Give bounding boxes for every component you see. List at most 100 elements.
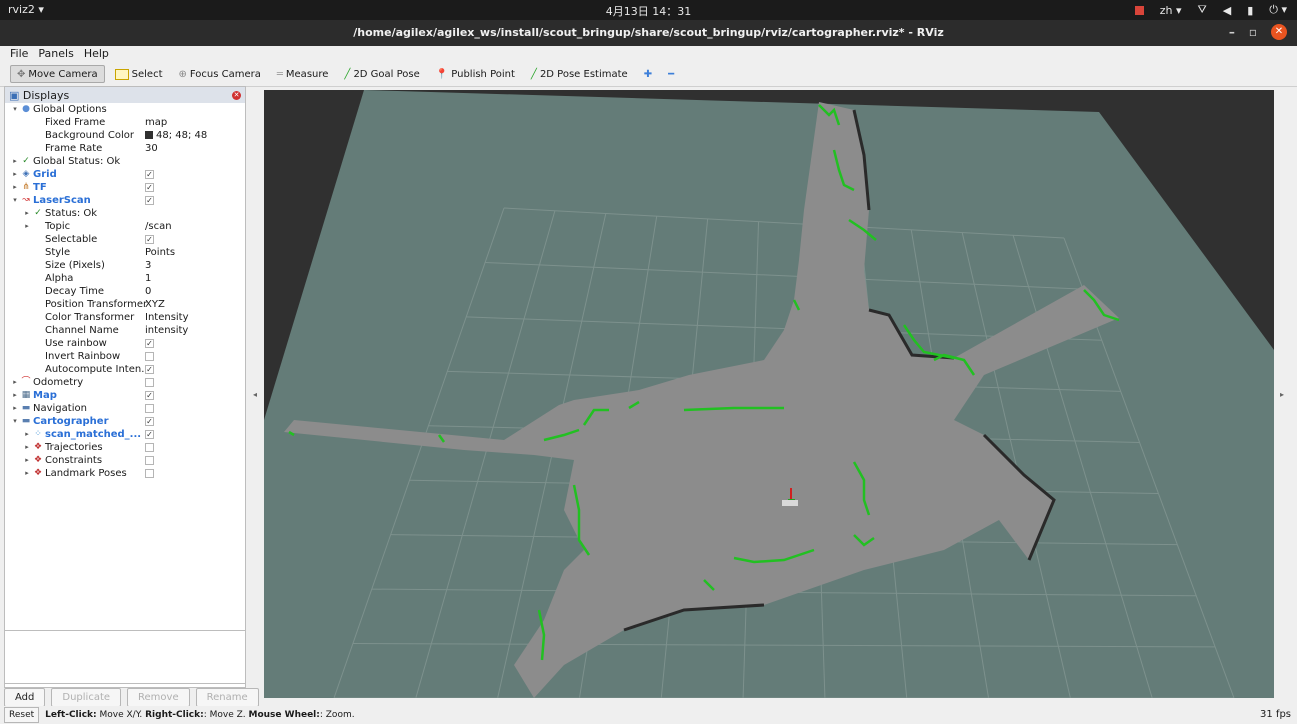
display-tree-row[interactable]: ▾ ▬ Cartographer ✓ <box>5 415 245 428</box>
property-value[interactable]: 30 <box>145 142 158 155</box>
property-value[interactable]: 1 <box>145 272 151 285</box>
display-tree-row[interactable]: Autocompute Inten... ✓ <box>5 363 245 376</box>
duplicate-button[interactable]: Duplicate <box>51 688 122 707</box>
measure-tool[interactable]: ═ Measure <box>271 65 335 83</box>
display-tree-row[interactable]: Use rainbow ✓ <box>5 337 245 350</box>
menu-help[interactable]: Help <box>84 47 109 63</box>
expand-arrow-icon[interactable]: ▸ <box>23 220 31 233</box>
property-value[interactable]: Intensity <box>145 311 189 324</box>
display-tree-row[interactable]: Alpha 1 <box>5 272 245 285</box>
display-tree-row[interactable]: ▸ ✓ Global Status: Ok <box>5 155 245 168</box>
enable-checkbox[interactable] <box>145 352 154 361</box>
reset-view-button[interactable]: Reset <box>4 707 40 723</box>
display-tree-row[interactable]: Invert Rainbow <box>5 350 245 363</box>
close-button[interactable]: ✕ <box>1271 24 1287 40</box>
collapse-arrow-icon[interactable]: ▾ <box>11 103 19 116</box>
display-tree-row[interactable]: ▸ Topic/scan <box>5 220 245 233</box>
display-tree-row[interactable]: ▸ ◈ Grid ✓ <box>5 168 245 181</box>
property-value[interactable]: XYZ <box>145 298 165 311</box>
close-panel-icon[interactable]: ✕ <box>232 90 241 100</box>
property-value[interactable]: Points <box>145 246 175 259</box>
display-tree-row[interactable]: ▸ ▬ Navigation <box>5 402 245 415</box>
display-tree-row[interactable]: Fixed Frame map <box>5 116 245 129</box>
rename-button[interactable]: Rename <box>195 688 259 707</box>
clock[interactable]: 4月13日 14：31 <box>0 3 1297 19</box>
enable-checkbox[interactable]: ✓ <box>145 339 154 348</box>
maximize-button[interactable]: ▫ <box>1249 25 1257 39</box>
expand-arrow-icon[interactable]: ▸ <box>11 376 19 389</box>
property-value[interactable]: /scan <box>145 220 172 233</box>
enable-checkbox[interactable]: ✓ <box>145 170 154 179</box>
display-tree-row[interactable]: Background Color 48; 48; 48 <box>5 129 245 142</box>
expand-arrow-icon[interactable]: ▸ <box>23 441 31 454</box>
display-tree-row[interactable]: ▸ ⋔ TF ✓ <box>5 181 245 194</box>
property-value[interactable]: 48; 48; 48 <box>145 129 207 142</box>
focus-camera-tool[interactable]: ⊕ Focus Camera <box>173 65 267 83</box>
display-tree-row[interactable]: ▸ ❖ Landmark Poses <box>5 467 245 480</box>
display-tree-row[interactable]: Channel Name intensity <box>5 324 245 337</box>
publish-point-tool[interactable]: 📍 Publish Point <box>430 65 521 83</box>
left-splitter-handle[interactable]: ◂ <box>253 390 257 399</box>
display-tree-row[interactable]: ▾ ↝ LaserScan ✓ <box>5 194 245 207</box>
enable-checkbox[interactable]: ✓ <box>145 430 154 439</box>
enable-checkbox[interactable]: ✓ <box>145 391 154 400</box>
display-tree-row[interactable]: Color Transformer Intensity <box>5 311 245 324</box>
expand-arrow-icon[interactable]: ▸ <box>11 402 19 415</box>
volume-icon[interactable]: ◀ <box>1223 4 1231 17</box>
collapse-arrow-icon[interactable]: ▾ <box>11 415 19 428</box>
menu-file[interactable]: File <box>10 47 28 63</box>
property-value[interactable]: 3 <box>145 259 151 272</box>
network-icon[interactable]: ⛛ <box>1197 3 1206 17</box>
display-tree-row[interactable]: Size (Pixels) 3 <box>5 259 245 272</box>
render-view[interactable] <box>264 90 1274 698</box>
battery-icon[interactable]: ▮ <box>1247 4 1253 17</box>
expand-arrow-icon[interactable]: ▸ <box>11 389 19 402</box>
expand-arrow-icon[interactable]: ▸ <box>23 428 31 441</box>
display-tree-row[interactable]: Decay Time 0 <box>5 285 245 298</box>
display-tree-row[interactable]: Selectable ✓ <box>5 233 245 246</box>
enable-checkbox[interactable]: ✓ <box>145 365 154 374</box>
enable-checkbox[interactable] <box>145 443 154 452</box>
remove-button[interactable]: Remove <box>127 688 190 707</box>
display-tree-row[interactable]: ▾ ● Global Options <box>5 103 245 116</box>
display-tree-row[interactable]: ▸ ❖ Constraints <box>5 454 245 467</box>
enable-checkbox[interactable] <box>145 378 154 387</box>
expand-arrow-icon[interactable]: ▸ <box>23 467 31 480</box>
select-tool[interactable]: Select <box>109 65 169 83</box>
right-splitter-handle[interactable]: ▸ <box>1280 390 1284 399</box>
expand-arrow-icon[interactable]: ▸ <box>23 454 31 467</box>
menu-panels[interactable]: Panels <box>38 47 73 63</box>
property-value[interactable]: map <box>145 116 167 129</box>
property-value[interactable]: 0 <box>145 285 151 298</box>
goal-pose-tool[interactable]: ╱ 2D Goal Pose <box>338 65 425 83</box>
enable-checkbox[interactable] <box>145 469 154 478</box>
property-value[interactable]: intensity <box>145 324 188 337</box>
enable-checkbox[interactable] <box>145 404 154 413</box>
display-tree-row[interactable]: Frame Rate 30 <box>5 142 245 155</box>
enable-checkbox[interactable]: ✓ <box>145 417 154 426</box>
display-tree-row[interactable]: ▸ ✓ Status: Ok <box>5 207 245 220</box>
minimize-button[interactable]: – <box>1229 25 1235 39</box>
record-icon[interactable] <box>1134 5 1144 15</box>
remove-tool-button[interactable]: ━ <box>662 65 680 83</box>
move-camera-tool[interactable]: ✥ Move Camera <box>10 65 105 83</box>
add-tool-button[interactable]: ✚ <box>638 65 658 83</box>
display-tree-row[interactable]: ▸ ❖ Trajectories <box>5 441 245 454</box>
language-indicator[interactable]: zh ▾ <box>1160 4 1182 17</box>
display-tree-row[interactable]: ▸ ⌒ Odometry <box>5 376 245 389</box>
expand-arrow-icon[interactable]: ▸ <box>11 181 19 194</box>
add-button[interactable]: Add <box>4 688 46 707</box>
enable-checkbox[interactable] <box>145 456 154 465</box>
enable-checkbox[interactable]: ✓ <box>145 196 154 205</box>
collapse-arrow-icon[interactable]: ▾ <box>11 194 19 207</box>
pose-estimate-tool[interactable]: ╱ 2D Pose Estimate <box>525 65 634 83</box>
enable-checkbox[interactable]: ✓ <box>145 235 154 244</box>
display-tree-row[interactable]: Position Transformer XYZ <box>5 298 245 311</box>
expand-arrow-icon[interactable]: ▸ <box>11 155 19 168</box>
enable-checkbox[interactable]: ✓ <box>145 183 154 192</box>
display-tree-row[interactable]: Style Points <box>5 246 245 259</box>
display-tree-row[interactable]: ▸ ▦ Map ✓ <box>5 389 245 402</box>
power-icon[interactable]: ⏻ ▾ <box>1269 3 1287 17</box>
expand-arrow-icon[interactable]: ▸ <box>23 207 31 220</box>
display-tree-row[interactable]: ▸ ⁘ scan_matched_... ✓ <box>5 428 245 441</box>
